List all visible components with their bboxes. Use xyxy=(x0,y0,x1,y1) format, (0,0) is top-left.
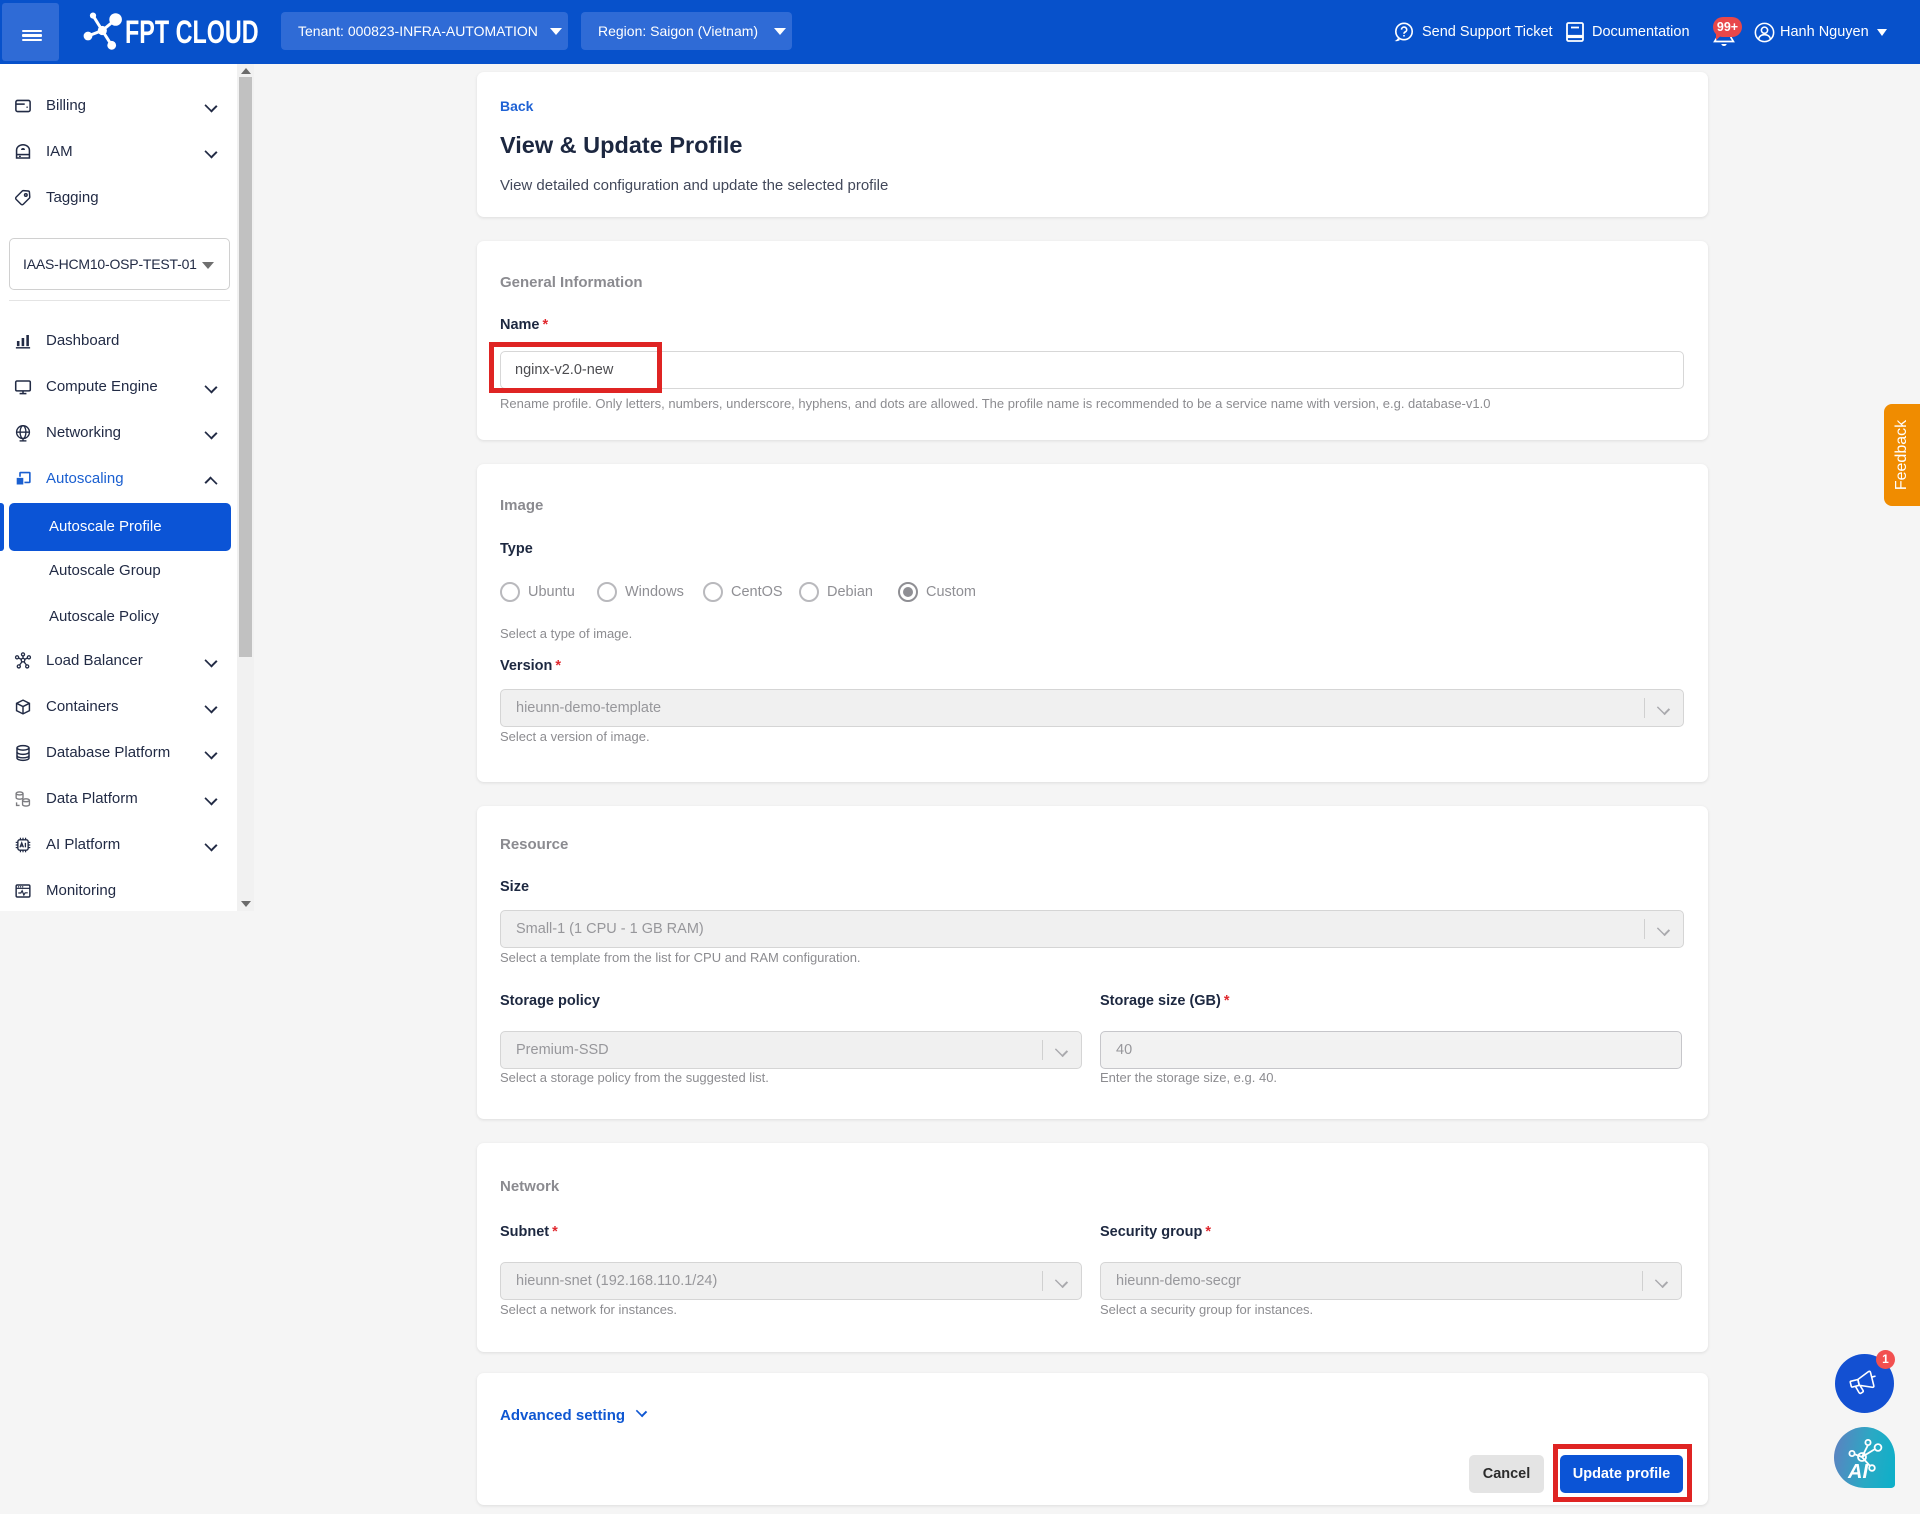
svg-text:AI: AI xyxy=(1847,1461,1868,1480)
